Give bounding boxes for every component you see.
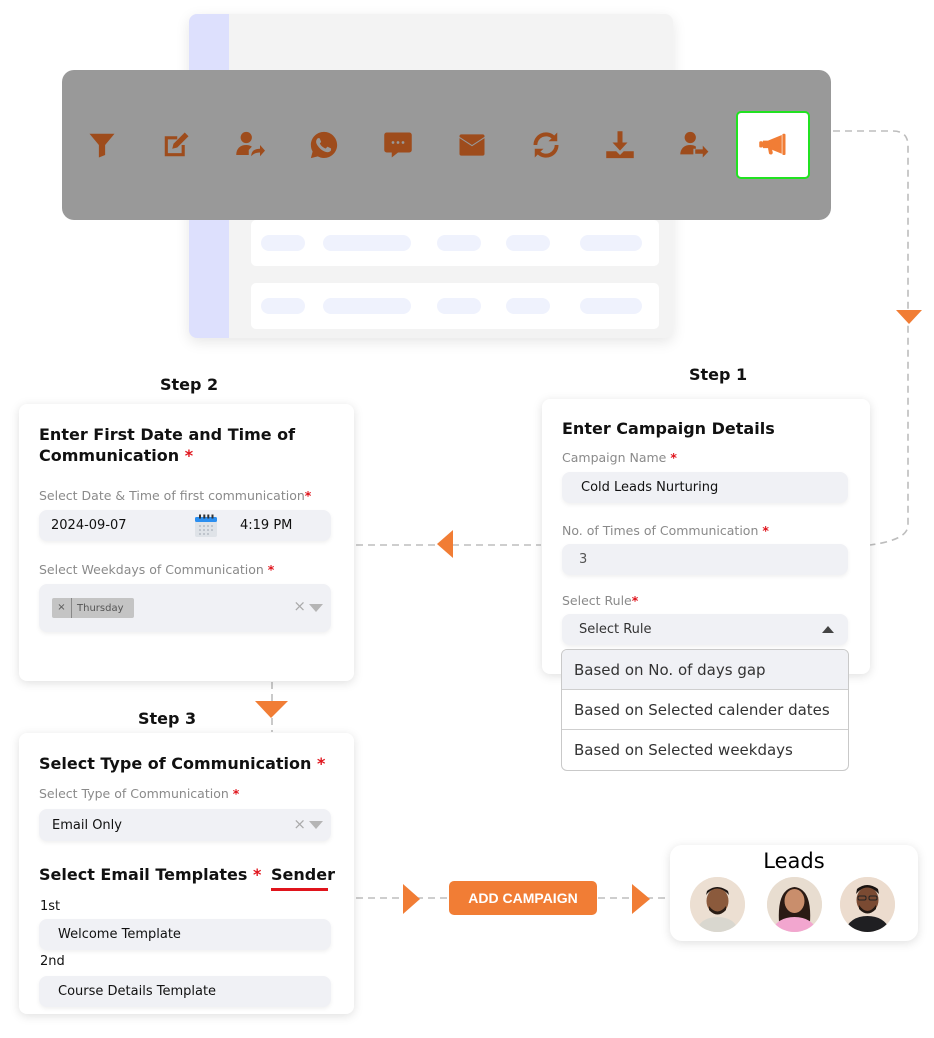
mock-table-row bbox=[251, 220, 659, 266]
user-share-icon bbox=[236, 131, 265, 157]
leads-title: Leads bbox=[763, 849, 825, 873]
action-toolbar bbox=[62, 70, 831, 220]
rule-option[interactable]: Based on Selected calender dates bbox=[562, 690, 848, 730]
template-select[interactable]: Welcome Template bbox=[39, 919, 331, 950]
weekday-chip: × Thursday bbox=[52, 598, 134, 618]
sender-tab[interactable]: Sender bbox=[271, 865, 335, 884]
whatsapp-icon bbox=[310, 131, 338, 159]
lead-avatar bbox=[840, 877, 895, 932]
sync-icon bbox=[533, 132, 559, 158]
weekdays-label: Select Weekdays of Communication * bbox=[39, 562, 275, 577]
template-order: 1st bbox=[40, 899, 61, 914]
lead-avatar bbox=[690, 877, 745, 932]
card-title: Select Type of Communication * bbox=[39, 754, 326, 773]
datetime-label: Select Date & Time of first communicatio… bbox=[39, 488, 312, 503]
download-button[interactable] bbox=[583, 112, 657, 178]
filter-button[interactable] bbox=[65, 112, 139, 178]
step2-label: Step 2 bbox=[160, 375, 219, 394]
mock-table-row bbox=[251, 283, 659, 329]
card-title: Enter First Date and Time of Communicati… bbox=[39, 425, 296, 465]
chevron-down-icon[interactable] bbox=[309, 821, 323, 829]
leads-card: Leads bbox=[670, 845, 918, 941]
sms-icon bbox=[384, 132, 412, 158]
select-rule-dropdown[interactable]: Select Rule bbox=[562, 614, 848, 645]
assign-user-button[interactable] bbox=[213, 112, 287, 178]
type-label: Select Type of Communication * bbox=[39, 786, 240, 801]
template-select[interactable]: Course Details Template bbox=[39, 976, 331, 1007]
first-date-time-card: Enter First Date and Time of Communicati… bbox=[19, 404, 354, 681]
rule-options-list: Based on No. of days gap Based on Select… bbox=[561, 649, 849, 771]
campaign-details-card: Enter Campaign Details Campaign Name * C… bbox=[542, 399, 870, 674]
datetime-picker[interactable]: 2024-09-07 4:19 PM bbox=[39, 510, 331, 541]
chip-remove-icon[interactable]: × bbox=[52, 598, 72, 618]
email-button[interactable] bbox=[435, 112, 509, 178]
edit-button[interactable] bbox=[139, 112, 213, 178]
select-rule-placeholder: Select Rule bbox=[579, 622, 652, 637]
sender-tab-underline bbox=[271, 888, 328, 891]
email-templates-title: Select Email Templates * bbox=[39, 865, 262, 884]
chip-label: Thursday bbox=[77, 602, 124, 614]
times-of-communication-input[interactable]: 3 bbox=[562, 544, 848, 575]
template-order: 2nd bbox=[40, 954, 65, 969]
email-icon bbox=[459, 134, 485, 156]
step3-label: Step 3 bbox=[138, 709, 197, 728]
campaign-name-input[interactable]: Cold Leads Nurturing bbox=[562, 472, 848, 503]
transfer-user-button[interactable] bbox=[657, 112, 731, 178]
whatsapp-button[interactable] bbox=[287, 112, 361, 178]
select-rule-label: Select Rule* bbox=[562, 593, 639, 608]
megaphone-icon bbox=[759, 133, 786, 155]
rule-option[interactable]: Based on Selected weekdays bbox=[562, 730, 848, 770]
step1-label: Step 1 bbox=[689, 365, 748, 384]
type-value: Email Only bbox=[52, 817, 122, 833]
arrow-down-icon bbox=[896, 310, 922, 324]
sms-button[interactable] bbox=[361, 112, 435, 178]
add-campaign-button[interactable]: ADD CAMPAIGN bbox=[449, 881, 597, 915]
sync-button[interactable] bbox=[509, 112, 583, 178]
chevron-down-icon[interactable] bbox=[309, 604, 323, 612]
time-value: 4:19 PM bbox=[240, 518, 293, 533]
times-of-communication-label: No. of Times of Communication * bbox=[562, 523, 769, 538]
arrow-right-icon bbox=[403, 884, 420, 914]
arrow-down-icon bbox=[255, 701, 288, 718]
communication-type-select[interactable]: Email Only × bbox=[39, 809, 331, 841]
campaign-name-label: Campaign Name * bbox=[562, 450, 677, 465]
user-transfer-icon bbox=[680, 131, 709, 158]
rule-option[interactable]: Based on No. of days gap bbox=[562, 650, 848, 690]
filter-icon bbox=[89, 133, 115, 158]
download-icon bbox=[606, 131, 634, 159]
card-title: Enter Campaign Details bbox=[562, 419, 775, 438]
campaign-button[interactable] bbox=[736, 111, 810, 179]
date-value: 2024-09-07 bbox=[51, 518, 127, 533]
edit-icon bbox=[164, 132, 189, 157]
caret-up-icon bbox=[822, 626, 834, 633]
clear-icon[interactable]: × bbox=[293, 815, 306, 833]
arrow-right-icon bbox=[632, 884, 650, 914]
clear-icon[interactable]: × bbox=[293, 597, 306, 615]
arrow-left-icon bbox=[437, 530, 453, 558]
lead-avatar bbox=[767, 877, 822, 932]
calendar-icon[interactable] bbox=[194, 514, 218, 538]
